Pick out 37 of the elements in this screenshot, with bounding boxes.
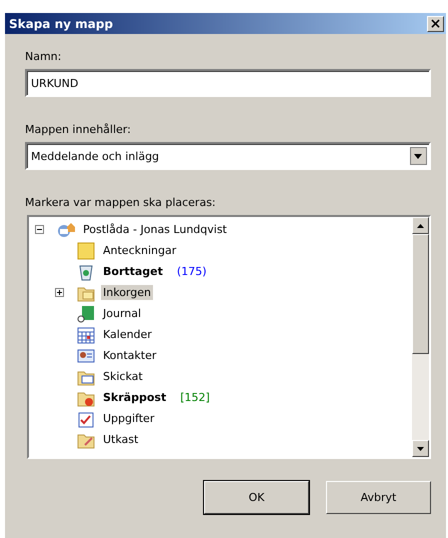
note-icon <box>77 242 95 260</box>
journal-icon <box>77 304 95 322</box>
cancel-button[interactable]: Avbryt <box>326 481 431 514</box>
folder-name[interactable]: Kalender <box>101 327 154 342</box>
folder-name[interactable]: Postlåda - Jonas Lundqvist <box>81 222 229 237</box>
up-arrow-icon <box>417 224 424 228</box>
scroll-thumb[interactable] <box>412 234 429 354</box>
folder-name[interactable]: Kontakter <box>101 348 158 363</box>
folder-name[interactable]: Borttaget <box>101 264 165 279</box>
folder-name[interactable]: Inkorgen <box>101 285 153 300</box>
field-label: Markera var mappen ska placeras: <box>25 196 217 209</box>
folder-name[interactable]: Skickat <box>101 369 145 384</box>
trash-bin-icon <box>77 262 95 280</box>
scrollbar[interactable] <box>412 217 429 457</box>
folder-name[interactable]: Uppgifter <box>101 411 156 426</box>
scroll-up-button[interactable] <box>412 217 429 234</box>
mailbox-icon <box>57 220 75 238</box>
clipboard-check-icon <box>77 410 95 428</box>
item-count: [152] <box>180 391 210 404</box>
field-label: Namn: <box>25 50 62 63</box>
folder-name[interactable]: Journal <box>101 306 144 321</box>
ok-button[interactable]: OK <box>204 481 309 514</box>
close-button[interactable]: × <box>427 16 444 32</box>
name-input-field[interactable]: URKUND <box>25 69 431 97</box>
down-arrow-icon <box>417 446 424 450</box>
folder-type-dropdown[interactable]: Meddelande och inlägg <box>25 142 431 170</box>
folder-name[interactable]: Skräppost <box>101 390 168 405</box>
field-label: Mappen innehåller: <box>25 123 132 136</box>
window-title: Skapa ny mapp <box>9 16 113 30</box>
folder-name[interactable]: Utkast <box>101 432 140 447</box>
contact-card-icon <box>77 346 95 364</box>
item-count: (175) <box>176 265 206 278</box>
scroll-down-button[interactable] <box>412 440 429 457</box>
calendar-icon <box>77 326 95 344</box>
folder-name[interactable]: Anteckningar <box>101 243 178 258</box>
collapse-icon[interactable] <box>35 225 44 234</box>
expand-icon[interactable] <box>55 288 64 297</box>
